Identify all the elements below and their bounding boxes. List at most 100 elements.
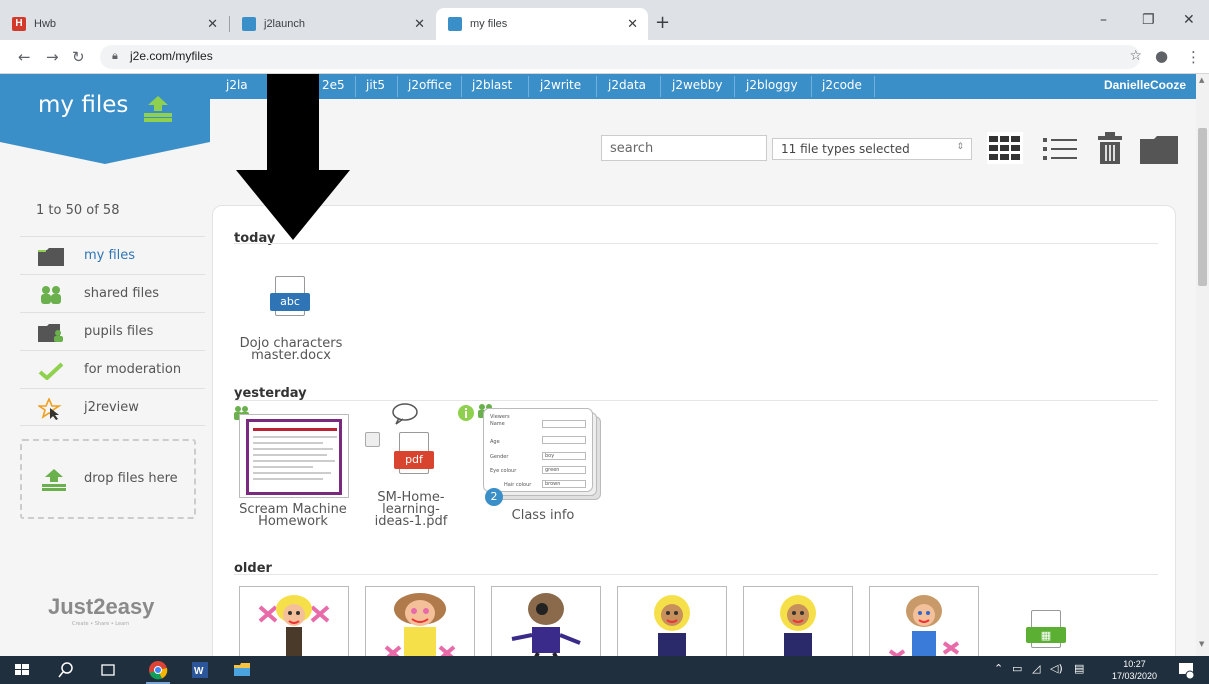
nav-jit5[interactable]: jit5 (366, 78, 385, 92)
forward-arrow-icon[interactable]: → (46, 48, 59, 66)
form-field-label: Name (490, 421, 505, 427)
sidebar-item-label: shared files (84, 286, 159, 301)
battery-icon[interactable]: ▭ (1012, 662, 1022, 675)
task-view-icon[interactable] (98, 660, 118, 680)
tab-title: Hwb (34, 18, 57, 30)
sidebar-item-j2review[interactable]: j2review (20, 388, 205, 426)
character-drawing (511, 593, 581, 656)
keyboard-icon[interactable]: ▤ (1074, 662, 1084, 675)
brand-banner-point (0, 142, 210, 164)
drawing-thumbnail[interactable] (869, 586, 979, 656)
menu-dots-icon[interactable]: ⋮ (1186, 48, 1201, 66)
file-item[interactable]: Viewers Name Age Gender boy Eye colour g… (457, 404, 607, 534)
nav-j2write[interactable]: j2write (540, 78, 581, 92)
tab-my-files[interactable]: my files ✕ (436, 8, 648, 40)
file-item[interactable]: pdf SM-Home- learning- ideas-1.pdf (361, 402, 461, 542)
logo-tagline: Create • Share • Learn (72, 621, 130, 627)
tab-title: my files (470, 18, 508, 30)
page-title: my files (38, 92, 129, 118)
star-cursor-icon (38, 398, 62, 420)
scroll-down-icon[interactable]: ▼ (1199, 640, 1204, 648)
character-drawing (888, 595, 960, 656)
file-explorer-icon[interactable] (232, 660, 252, 680)
nav-j2code[interactable]: j2code (822, 78, 862, 92)
back-arrow-icon[interactable]: ← (18, 48, 31, 66)
bookmark-star-icon[interactable]: ☆ (1129, 48, 1142, 64)
new-tab-button[interactable]: + (655, 12, 670, 33)
nav-j2data[interactable]: j2data (608, 78, 646, 92)
close-window-button[interactable]: ✕ (1183, 12, 1195, 28)
form-field-label: Gender (490, 454, 509, 460)
drawing-thumbnail[interactable] (239, 586, 349, 656)
file-name: Dojo characters master.docx (233, 337, 349, 362)
vertical-scrollbar[interactable]: ▲ ▼ (1196, 74, 1209, 656)
nav-separator (660, 76, 661, 97)
tray-chevron-icon[interactable]: ⌃ (994, 662, 1003, 675)
grid-view-icon[interactable] (987, 132, 1023, 164)
form-field-value: brown (542, 480, 586, 488)
address-bar: ← → ↻ 🔒︎ j2e.com/myfiles ☆ ● ⋮ (0, 40, 1209, 74)
file-item[interactable]: Scream Machine Homework (233, 406, 353, 528)
drop-zone[interactable]: drop files here (20, 439, 196, 519)
pupils-folder-icon (38, 324, 63, 342)
info-icon[interactable] (457, 404, 475, 422)
sidebar-item-label: j2review (84, 400, 139, 415)
minimize-button[interactable]: – (1100, 12, 1107, 28)
taskbar-clock[interactable]: 10:27 17/03/2020 (1112, 658, 1157, 682)
list-view-icon[interactable] (1043, 136, 1079, 162)
chrome-icon[interactable] (148, 660, 168, 680)
scroll-up-icon[interactable]: ▲ (1199, 76, 1204, 84)
close-tab-icon[interactable]: ✕ (414, 16, 425, 32)
file-item[interactable]: abc Dojo characters master.docx (233, 256, 353, 366)
url-field[interactable]: 🔒︎ j2e.com/myfiles ☆ (100, 45, 1142, 69)
windows-start-icon[interactable] (12, 660, 32, 680)
drawing-thumbnail[interactable] (617, 586, 727, 656)
nav-j2blast[interactable]: j2blast (472, 78, 512, 92)
search-icon[interactable] (56, 660, 76, 680)
nav-j2bloggy[interactable]: j2bloggy (746, 78, 798, 92)
search-input[interactable]: search (601, 135, 767, 161)
clock-time: 10:27 (1123, 659, 1146, 669)
sidebar-item-pupils-files[interactable]: pupils files (20, 312, 205, 350)
sidebar-item-for-moderation[interactable]: for moderation (20, 350, 205, 388)
reload-icon[interactable]: ↻ (72, 48, 85, 66)
comment-bubble-icon[interactable] (391, 402, 419, 426)
user-name[interactable]: DanielleCooze (1104, 78, 1186, 92)
tab-j2launch[interactable]: j2launch ✕ (230, 8, 435, 40)
spreadsheet-file-icon: ▦ (1026, 610, 1066, 648)
file-thumbnail (239, 414, 349, 498)
form-field-label: Age (490, 439, 500, 445)
section-divider (234, 400, 1158, 401)
character-drawing (384, 593, 456, 656)
new-folder-icon[interactable] (1140, 136, 1178, 164)
file-type-select[interactable]: 11 file types selected ⇕ (772, 138, 972, 160)
nav-j2webby[interactable]: j2webby (672, 78, 723, 92)
trash-icon[interactable] (1097, 132, 1123, 166)
form-header: Viewers (490, 414, 510, 420)
word-icon[interactable]: W (190, 660, 210, 680)
pdf-file-icon: pdf (394, 432, 434, 474)
form-field-label: Eye colour (490, 468, 517, 474)
maximize-button[interactable]: ❐ (1142, 12, 1155, 28)
sidebar-item-my-files[interactable]: my files (20, 236, 205, 274)
tab-hwb[interactable]: H Hwb ✕ (0, 8, 228, 40)
drawing-thumbnail[interactable] (365, 586, 475, 656)
nav-j2office[interactable]: j2office (408, 78, 452, 92)
drawing-thumbnail[interactable] (743, 586, 853, 656)
profile-icon[interactable]: ● (1155, 47, 1168, 65)
notification-icon[interactable] (1176, 660, 1196, 680)
select-checkbox[interactable] (365, 432, 380, 447)
nav-separator (811, 76, 812, 97)
dropdown-arrow-icon: ⇕ (956, 142, 964, 152)
scrollbar-thumb[interactable] (1198, 128, 1207, 286)
sidebar-item-shared-files[interactable]: shared files (20, 274, 205, 312)
character-drawing (780, 595, 816, 656)
drawing-thumbnail[interactable] (491, 586, 601, 656)
hwb-favicon-icon: H (12, 17, 26, 31)
wifi-icon[interactable]: ◿ (1032, 662, 1040, 675)
volume-icon[interactable]: ◁) (1050, 662, 1063, 675)
app-nav-bar: j2la 2e5 jit5 j2office j2blast j2write j… (210, 74, 1196, 99)
close-tab-icon[interactable]: ✕ (627, 16, 638, 32)
close-tab-icon[interactable]: ✕ (207, 16, 218, 32)
form-field-label: Hair colour (504, 482, 532, 488)
